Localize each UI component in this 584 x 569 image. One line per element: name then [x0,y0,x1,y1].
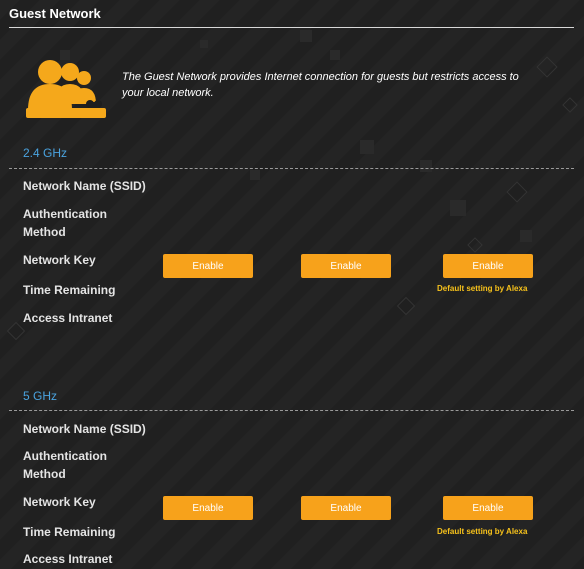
row-label-ssid: Network Name (SSID) [23,179,146,193]
band-divider-2-4ghz [9,168,574,169]
row-label-auth-line2: Method [23,225,66,239]
enable-button-5ghz-2[interactable]: Enable [301,496,391,520]
row-label-time-remaining: Time Remaining [23,525,116,539]
alexa-default-note-2-4ghz: Default setting by Alexa [437,284,528,293]
row-label-auth-line2: Method [23,467,66,481]
row-label-auth-line1: Authentication [23,449,107,463]
enable-button-5ghz-1[interactable]: Enable [163,496,253,520]
guest-network-description: The Guest Network provides Internet conn… [122,71,519,99]
enable-button-2-4ghz-1[interactable]: Enable [163,254,253,278]
alexa-default-note-5ghz: Default setting by Alexa [437,527,528,536]
band-divider-5ghz [9,410,574,411]
title-divider [9,27,574,28]
row-label-access-intranet: Access Intranet [23,552,113,566]
band-label-2-4ghz: 2.4 GHz [23,146,68,160]
row-label-network-key: Network Key [23,253,96,267]
band-label-5ghz: 5 GHz [23,389,58,403]
enable-button-5ghz-3[interactable]: Enable [443,496,533,520]
row-label-auth-line1: Authentication [23,207,107,221]
page-title: Guest Network [9,6,101,21]
guest-users-icon [26,60,106,118]
row-label-time-remaining: Time Remaining [23,283,116,297]
guest-network-panel: Guest Network The Guest Network provides… [0,0,584,569]
row-label-access-intranet: Access Intranet [23,311,113,325]
row-label-ssid: Network Name (SSID) [23,422,146,436]
enable-button-2-4ghz-2[interactable]: Enable [301,254,391,278]
row-label-network-key: Network Key [23,495,96,509]
enable-button-2-4ghz-3[interactable]: Enable [443,254,533,278]
